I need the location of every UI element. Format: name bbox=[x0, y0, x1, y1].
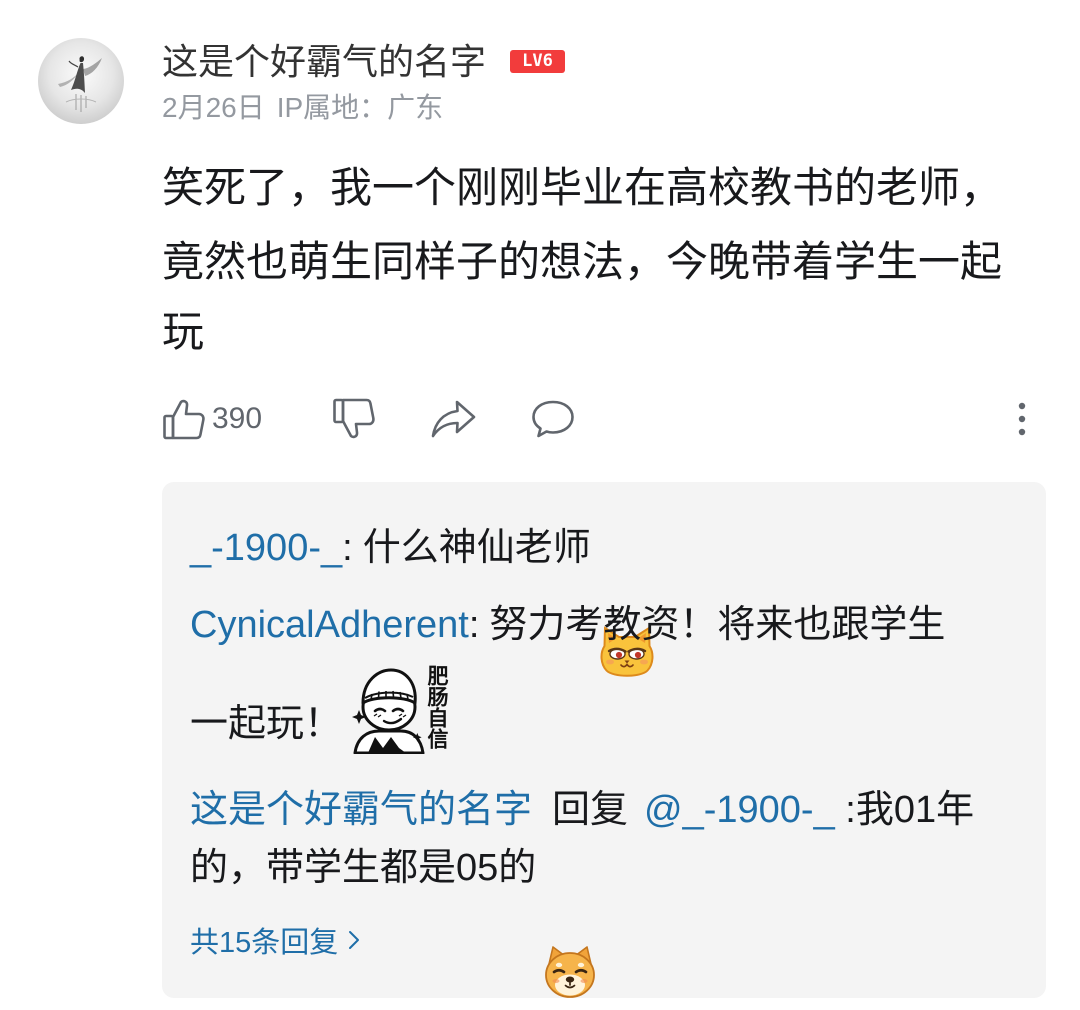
chevron-right-icon bbox=[349, 931, 360, 949]
reply-text: 我01年 bbox=[855, 789, 975, 831]
reply-username[interactable]: _-1900-_ bbox=[190, 522, 342, 574]
comment-text-line: 玩 bbox=[162, 308, 205, 355]
comment-bubble-icon bbox=[532, 400, 574, 438]
reply-line: 这是个好霸气的名字 回复 @_-1900-_ : 我01年 bbox=[190, 784, 974, 836]
share-button[interactable] bbox=[430, 398, 476, 440]
reply-mention[interactable]: @_-1900-_ bbox=[644, 784, 835, 836]
reply-text: 努力考教资！将来也跟学生 bbox=[489, 604, 946, 646]
comment-username[interactable]: 这是个好霸气的名字 bbox=[162, 40, 486, 84]
thumbs-up-icon bbox=[163, 399, 205, 440]
more-options-button[interactable] bbox=[1010, 398, 1034, 440]
cat-face-emoji-icon bbox=[599, 520, 655, 677]
reply-item[interactable]: CynicalAdherent: 努力考教资！将来也跟学生 一起玩！ 肥肠自信 bbox=[162, 599, 1046, 754]
reply-item[interactable]: _-1900-_: 什么神仙老师 bbox=[162, 520, 1046, 677]
like-count: 390 bbox=[212, 402, 263, 435]
replies-panel: _-1900-_: 什么神仙老师 CynicalAdherent: 努力考教资… bbox=[162, 482, 1046, 998]
reply-text: 一起玩！ bbox=[190, 703, 343, 745]
level-badge: LV6 bbox=[510, 50, 565, 73]
avatar-image bbox=[38, 38, 124, 124]
view-all-replies-label: 共15条回复 bbox=[190, 927, 339, 959]
reply-separator: : bbox=[834, 789, 856, 831]
reply-separator: : bbox=[342, 527, 353, 569]
comment-text-line: 笑死了，我一个刚刚毕业在高校教书的老师， bbox=[162, 164, 1003, 211]
confident-face-sticker-icon: 肥肠自信 bbox=[350, 660, 450, 754]
reply-line: _-1900-_: 什么神仙老师 bbox=[190, 520, 655, 677]
ip-location: IP属地：广东 bbox=[276, 92, 444, 123]
doge-emoji-icon bbox=[542, 840, 598, 998]
user-avatar[interactable] bbox=[38, 38, 124, 124]
view-all-replies-link[interactable]: 共15条回复 bbox=[190, 920, 360, 960]
comment-text-line: 竟然也萌生同样子的想法，今晚带着学生一起 bbox=[162, 238, 1003, 285]
sticker-caption: 肥肠自信 bbox=[425, 665, 449, 749]
comment-date: 2月26日 bbox=[162, 92, 265, 123]
reply-to-label: 回复 bbox=[552, 789, 629, 831]
reply-text: 的，带学生都是05的 bbox=[190, 847, 537, 889]
reply-line: CynicalAdherent: 努力考教资！将来也跟学生 bbox=[190, 599, 945, 651]
reply-item[interactable]: 这是个好霸气的名字 回复 @_-1900-_ : 我01年 的，带学生都是05的 bbox=[162, 784, 1046, 998]
dislike-button[interactable] bbox=[332, 397, 376, 441]
reply-text: 什么神仙老师 bbox=[362, 527, 591, 569]
more-vertical-icon bbox=[1018, 402, 1026, 436]
reply-username[interactable]: CynicalAdherent bbox=[190, 599, 469, 651]
thumbs-down-icon bbox=[333, 398, 375, 439]
reply-button[interactable] bbox=[530, 398, 576, 440]
like-button[interactable]: 390 bbox=[162, 397, 262, 441]
reply-line: 一起玩！ 肥肠自信 bbox=[190, 658, 450, 754]
reply-username[interactable]: 这是个好霸气的名字 bbox=[190, 784, 532, 836]
share-icon bbox=[431, 400, 476, 438]
comment-meta: 2月26日 IP属地：广东 bbox=[162, 90, 443, 126]
reply-separator: : bbox=[468, 604, 480, 646]
reply-line: 的，带学生都是05的 bbox=[190, 840, 598, 998]
